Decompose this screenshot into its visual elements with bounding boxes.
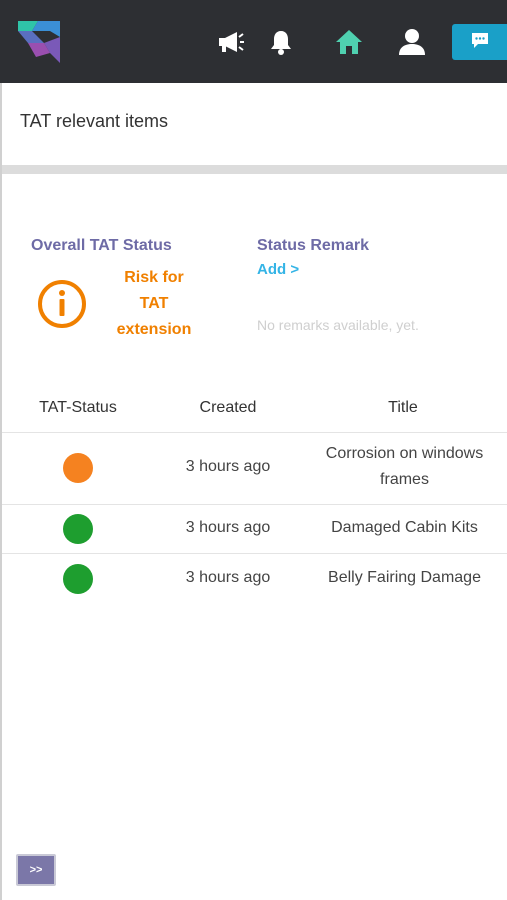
page-content: TAT relevant items Overall TAT Status Ri…: [0, 83, 507, 900]
title-cell: Corrosion on windows frames: [307, 441, 502, 493]
no-remarks-text: No remarks available, yet.: [257, 317, 419, 333]
user-icon[interactable]: [397, 27, 427, 57]
title-line-2: frames: [380, 471, 429, 488]
status-dot-green: [63, 564, 93, 594]
top-bar: [0, 0, 507, 83]
col-header-title[interactable]: Title: [357, 399, 449, 417]
chat-button[interactable]: [452, 24, 507, 60]
app-logo[interactable]: [14, 17, 64, 67]
row-divider: [2, 504, 507, 505]
status-dot-green: [63, 514, 93, 544]
header-divider: [2, 432, 507, 433]
status-remark-label: Status Remark: [257, 237, 370, 254]
row-divider: [2, 553, 507, 554]
page-title: TAT relevant items: [20, 111, 169, 131]
megaphone-icon[interactable]: [216, 27, 246, 57]
title-cell: Belly Fairing Damage: [328, 569, 481, 586]
section-divider: [2, 165, 507, 174]
risk-status-text: Risk for TAT extension: [110, 265, 198, 343]
col-header-created[interactable]: Created: [182, 399, 274, 417]
info-warning-icon: [36, 278, 88, 330]
title-line-1: Corrosion on windows: [325, 445, 484, 462]
title-cell: Damaged Cabin Kits: [331, 519, 478, 536]
risk-line-1: Risk for: [124, 269, 184, 286]
bell-icon[interactable]: [266, 27, 296, 57]
status-dot-orange: [63, 453, 93, 483]
created-cell: 3 hours ago: [185, 569, 271, 586]
home-icon[interactable]: [334, 27, 364, 57]
add-remark-link[interactable]: Add >: [257, 261, 299, 278]
overall-tat-status-label: Overall TAT Status: [31, 237, 172, 254]
created-cell: 3 hours ago: [185, 519, 271, 536]
chat-icon: [470, 31, 490, 54]
created-cell: 3 hours ago: [185, 458, 271, 475]
col-header-tat-status[interactable]: TAT-Status: [32, 399, 124, 417]
expand-sidebar-button[interactable]: >>: [16, 854, 56, 886]
risk-line-2: TAT: [139, 295, 169, 312]
risk-line-3: extension: [116, 321, 192, 338]
